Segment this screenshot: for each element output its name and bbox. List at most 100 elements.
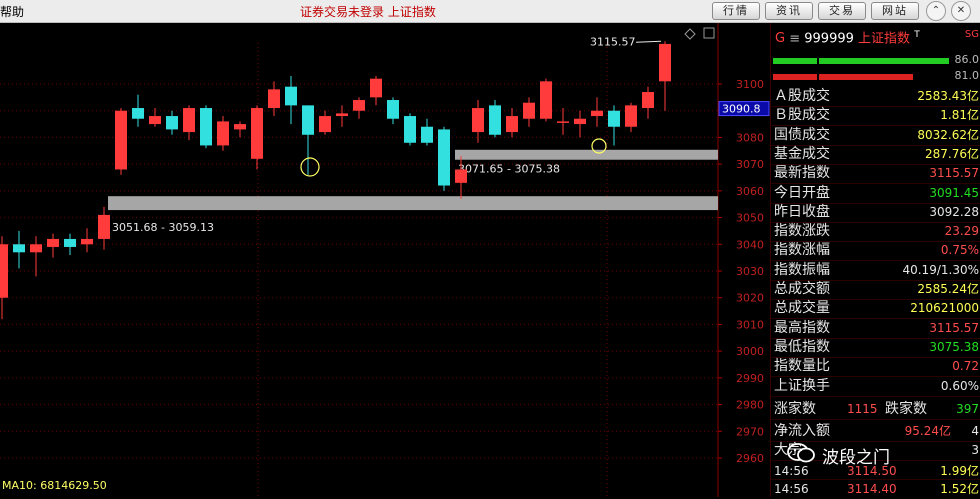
candle-body (115, 110, 127, 170)
quote-label: 指数涨幅 (774, 242, 830, 259)
quote-label: 指数振幅 (774, 261, 830, 278)
quote-row: 最低指数 3075.38 (771, 338, 980, 358)
watermark-text: 波段之门 (822, 448, 890, 468)
y-tick-label: 2990 (736, 372, 764, 385)
y-tick-label: 3050 (736, 212, 764, 225)
quote-value: 3092.28 (929, 204, 979, 219)
flow-row: 净流入额 95.24亿 4 (771, 422, 980, 442)
candle-body (472, 108, 484, 133)
bar-seg (819, 58, 949, 64)
candle-body (404, 116, 416, 143)
candle-body (268, 89, 280, 109)
y-axis: 3100309030803070306030503040303030203010… (718, 78, 770, 465)
bar-seg (819, 74, 913, 80)
candle-body (540, 81, 552, 119)
quote-row: 指数涨跌 23.29 (771, 222, 980, 243)
support-zone (108, 196, 718, 211)
menu-help[interactable]: 帮助 (0, 3, 24, 20)
candles (0, 41, 671, 320)
tick-row: 14:56 3114.40 1.52亿 (771, 480, 980, 497)
quote-value: 2583.43亿 (917, 89, 979, 103)
quote-value: 3115.57 (929, 320, 979, 335)
trade-status-text: 证券交易未登录 上证指数 (300, 5, 436, 19)
candlestick-chart[interactable]: 3051.68 - 3059.13 3071.65 - 3075.38 3100 3… (0, 23, 770, 497)
candle-body (166, 116, 178, 130)
quote-value: 1.81亿 (940, 108, 979, 123)
quote-value: 2585.24亿 (917, 282, 979, 296)
candle-body (64, 238, 76, 247)
quote-value: 40.19/1.30% (902, 262, 979, 277)
quote-label: 总成交量 (774, 300, 830, 317)
wechat-icon (787, 443, 815, 463)
candle-body (591, 110, 603, 117)
tick-price: 3114.40 (847, 482, 897, 496)
flow-extra: 4 (971, 424, 979, 438)
index-code: 999999 (804, 31, 854, 47)
close-icon[interactable]: ✕ (951, 1, 971, 21)
candle-body (285, 86, 297, 106)
quote-panel: G ≡ 999999 上证指数 T SG 86.0 81.0 Ａ股成交 2583.… (770, 23, 980, 497)
quote-label: Ａ股成交 (774, 88, 830, 104)
quote-value: 3115.57 (929, 166, 979, 181)
quote-label: 指数量比 (774, 358, 830, 375)
candle-body (47, 238, 59, 247)
candle-body (13, 244, 25, 253)
down-count-label: 跌家数 (885, 401, 927, 417)
quote-label: 最低指数 (774, 338, 830, 355)
breadth-row: 涨家数 1115 跌家数 397 (771, 400, 980, 420)
candle-body (319, 116, 331, 133)
zone-label: 3051.68 - 3059.13 (112, 221, 214, 234)
minimize-icon[interactable]: ⌃ (926, 1, 946, 21)
badge-label: SG (964, 29, 979, 40)
bar-seg (773, 58, 817, 64)
quote-row: 最新指数 3115.57 (771, 164, 980, 185)
quote-row: 指数涨幅 0.75% (771, 241, 980, 262)
tick-volume: 1.99亿 (940, 464, 979, 478)
candle-body (659, 43, 671, 82)
y-tick-label: 3040 (736, 238, 764, 251)
candle-body (234, 124, 246, 130)
candle-body (336, 113, 348, 117)
quote-row: 国债成交 8032.62亿 (771, 126, 980, 146)
quotes-button[interactable]: 行情 (712, 2, 760, 20)
up-count-label: 涨家数 (774, 401, 816, 417)
candle-body (30, 244, 42, 253)
quote-label: 国债成交 (774, 126, 830, 143)
tick-time: 14:56 (774, 482, 809, 496)
quote-label: 上证换手 (774, 377, 830, 394)
y-tick-label: 3030 (736, 265, 764, 278)
y-tick-label: 3100 (736, 78, 764, 91)
high-label: 3115.57 (590, 35, 636, 48)
prefix-label: G (775, 31, 786, 47)
chart-grid (0, 23, 719, 497)
website-button[interactable]: 网站 (871, 2, 919, 20)
trade-button[interactable]: 交易 (818, 2, 866, 20)
quote-value: 8032.62亿 (917, 127, 979, 142)
candle-body (81, 238, 93, 245)
y-tick-label: 3060 (736, 185, 764, 198)
panel-toggle-icon (703, 27, 715, 39)
y-tick-label: 3080 (736, 131, 764, 144)
quote-value: 3075.38 (929, 339, 979, 354)
news-button[interactable]: 资讯 (765, 2, 813, 20)
quote-row: 指数量比 0.72 (771, 357, 980, 378)
panel-header: G ≡ 999999 上证指数 T SG (771, 23, 980, 47)
zone-label: 3071.65 - 3075.38 (458, 163, 560, 176)
quote-value: 0.72 (952, 359, 979, 374)
chart-annotations: 3115.57 MA10: 6814629.50 (2, 27, 715, 492)
quote-label: 基金成交 (774, 145, 830, 162)
bar-value: 86.0 (954, 53, 980, 66)
quote-row: 今日开盘 3091.45 (771, 184, 980, 204)
quote-label: 最新指数 (774, 165, 830, 182)
block-trade-extra: 3 (971, 443, 979, 457)
marker-circle (300, 157, 320, 177)
menu-icon[interactable]: ≡ (789, 31, 800, 46)
tick-volume: 1.52亿 (940, 482, 979, 496)
candle-body (370, 78, 382, 98)
quote-value: 23.29 (944, 224, 979, 239)
quote-row: 指数振幅 40.19/1.30% (771, 261, 980, 281)
quote-value: 0.60% (940, 378, 979, 393)
quote-row: Ａ股成交 2583.43亿 (771, 87, 980, 107)
y-tick-label: 2970 (736, 425, 764, 438)
support-zone (455, 149, 718, 160)
